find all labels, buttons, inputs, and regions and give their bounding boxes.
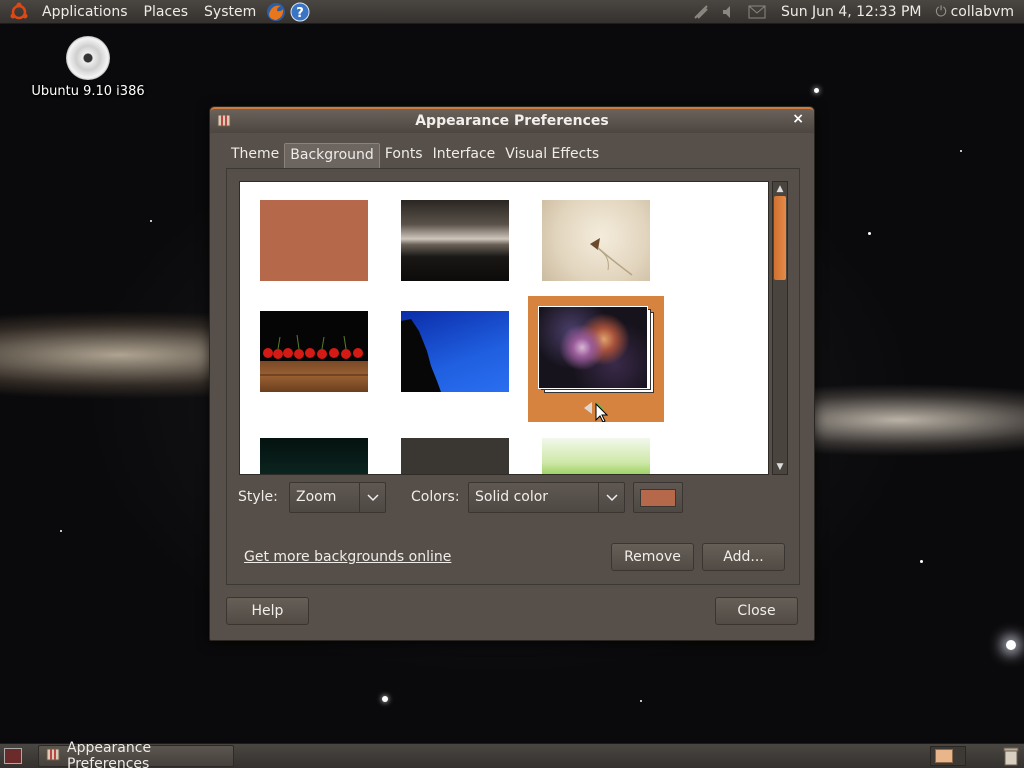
power-icon: ⏻ (935, 3, 947, 20)
appearance-icon (216, 112, 232, 128)
wallpaper-nebula (538, 306, 648, 389)
titlebar[interactable]: Appearance Preferences × (210, 107, 814, 133)
top-panel: Applications Places System ? Sun Jun 4, … (0, 0, 1024, 24)
color-swatch (640, 488, 676, 507)
star (150, 220, 152, 222)
scroll-up-icon[interactable]: ▲ (773, 182, 787, 196)
mail-icon[interactable] (746, 1, 768, 23)
scroll-down-icon[interactable]: ▼ (773, 460, 787, 474)
menu-system[interactable]: System (196, 4, 264, 20)
wallpaper-blue-sky[interactable] (401, 311, 509, 392)
clock[interactable]: Sun Jun 4, 12:33 PM (771, 4, 932, 20)
wallpaper-cherries[interactable] (260, 311, 368, 392)
user-name: collabvm (950, 3, 1014, 20)
wallpaper-butterfly[interactable] (542, 200, 650, 281)
chevron-down-icon (359, 483, 385, 512)
system-tray: Sun Jun 4, 12:33 PM ⏻ collabvm (687, 0, 1024, 24)
wallpaper-dark-landscape[interactable] (401, 200, 509, 281)
star (960, 150, 962, 152)
workspace-switcher[interactable] (930, 746, 966, 766)
star (814, 88, 819, 93)
wallpaper-dark-teal[interactable] (260, 438, 368, 474)
ubuntu-logo-icon[interactable] (8, 1, 30, 23)
appearance-preferences-window: Appearance Preferences × Theme Backgroun… (209, 106, 815, 641)
tab-background[interactable]: Background (284, 143, 380, 168)
wallpaper-grass[interactable] (542, 438, 650, 474)
desktop-cd-icon[interactable]: Ubuntu 9.10 i386 (28, 36, 148, 99)
tab-theme[interactable]: Theme (226, 143, 284, 168)
taskbar-label: Appearance Preferences (67, 740, 152, 768)
style-value: Zoom (296, 489, 337, 505)
help-button[interactable]: Help (226, 597, 309, 625)
cd-icon (66, 36, 110, 80)
get-more-backgrounds-link[interactable]: Get more backgrounds online (244, 549, 451, 565)
taskbar-appearance-preferences[interactable]: Appearance Preferences (38, 740, 234, 768)
add-button[interactable]: Add... (702, 543, 785, 571)
bottom-panel: Appearance Preferences (0, 740, 1024, 768)
style-label: Style: (238, 489, 278, 505)
help-icon[interactable]: ? (289, 1, 311, 23)
trash-icon[interactable] (1002, 746, 1020, 766)
color-picker-button[interactable] (633, 482, 683, 513)
menu-places[interactable]: Places (136, 4, 197, 20)
colors-label: Colors: (411, 489, 460, 505)
window-close-icon[interactable]: × (792, 111, 804, 127)
remove-button[interactable]: Remove (611, 543, 694, 571)
network-icon[interactable] (690, 1, 712, 23)
star (60, 530, 62, 532)
close-button[interactable]: Close (715, 597, 798, 625)
wallpaper-selected-frame[interactable] (528, 296, 664, 422)
wallpaper-hands[interactable] (401, 438, 509, 474)
tab-interface[interactable]: Interface (428, 143, 501, 168)
svg-text:?: ? (296, 6, 304, 21)
wallpaper-gallery[interactable] (239, 181, 769, 475)
star (920, 560, 923, 563)
colors-value: Solid color (475, 489, 549, 505)
show-desktop-icon[interactable] (4, 748, 22, 764)
gallery-scrollbar[interactable]: ▲ ▼ (772, 181, 788, 475)
scrollbar-thumb[interactable] (774, 196, 786, 280)
star (1006, 640, 1016, 650)
tab-bar: Theme Background Fonts Interface Visual … (226, 143, 604, 168)
window-title: Appearance Preferences (415, 113, 609, 129)
desktop-cd-label: Ubuntu 9.10 i386 (31, 84, 145, 99)
colors-combo[interactable]: Solid color (468, 482, 625, 513)
mouse-cursor-icon (584, 402, 609, 422)
star (382, 696, 388, 702)
workspace-1[interactable] (935, 749, 953, 763)
wallpaper-solid-color[interactable] (260, 200, 368, 281)
chevron-down-icon (598, 483, 624, 512)
volume-icon[interactable] (718, 1, 740, 23)
style-combo[interactable]: Zoom (289, 482, 386, 513)
tab-visual-effects[interactable]: Visual Effects (500, 143, 604, 168)
background-tab-panel: ▲ ▼ Style: Zoom Colors: Solid color Get … (226, 168, 800, 585)
tab-fonts[interactable]: Fonts (380, 143, 428, 168)
menu-applications[interactable]: Applications (34, 4, 136, 20)
star (868, 232, 871, 235)
star (640, 700, 642, 702)
user-menu[interactable]: ⏻ collabvm (931, 4, 1024, 20)
appearance-icon (45, 746, 61, 766)
firefox-icon[interactable] (265, 1, 287, 23)
